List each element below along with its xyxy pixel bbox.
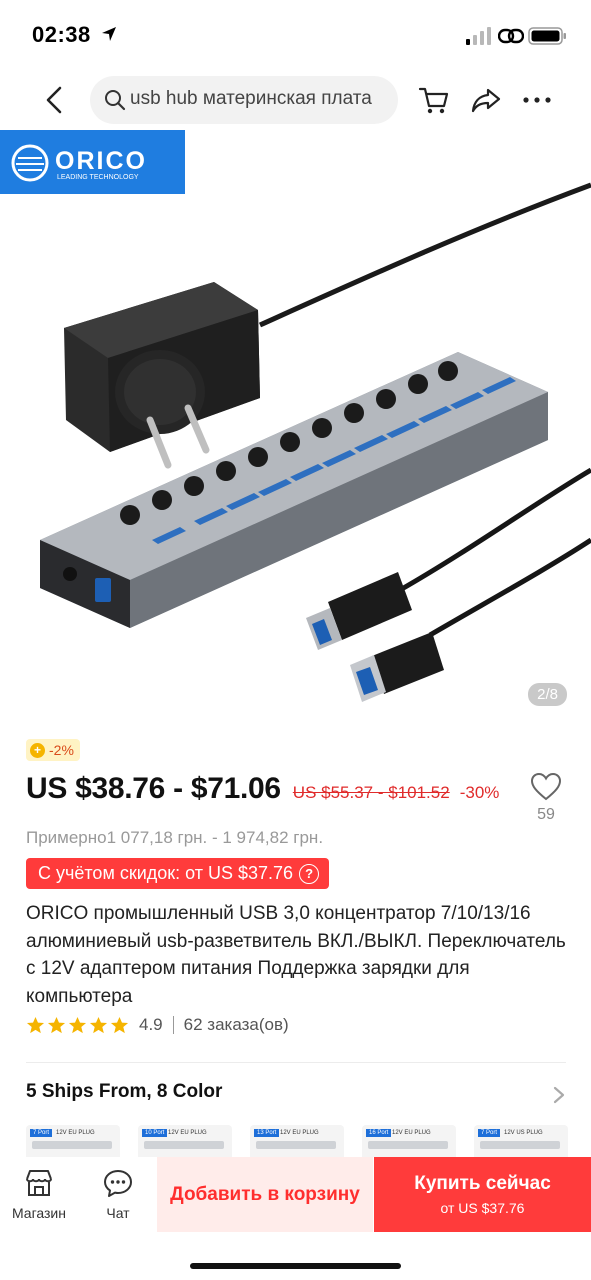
chat-label: Чат xyxy=(106,1205,130,1221)
home-indicator[interactable] xyxy=(190,1263,401,1269)
search-input[interactable]: usb hub материнская плата xyxy=(90,76,398,124)
chevron-right-icon xyxy=(553,1086,565,1104)
bottom-action-bar: Магазин Чат Добавить в корзину Купить се… xyxy=(0,1157,591,1280)
buy-now-price: от US $37.76 xyxy=(440,1200,525,1216)
location-arrow-icon xyxy=(102,27,116,41)
star-icon xyxy=(89,1016,108,1033)
discount-percent: -30% xyxy=(459,783,500,802)
cart-icon[interactable] xyxy=(418,84,450,116)
variant-hub-image xyxy=(256,1141,336,1149)
discount-banner[interactable]: С учётом скидок: от US $37.76 ? xyxy=(26,858,330,889)
ships-from-label: 5 Ships From, 8 Color xyxy=(26,1081,223,1102)
variant-plug: 12V EU PLUG xyxy=(168,1130,207,1136)
buy-now-button[interactable]: Купить сейчас от US $37.76 xyxy=(374,1157,591,1232)
section-divider xyxy=(26,1062,566,1063)
search-query-text: usb hub материнская плата xyxy=(130,88,372,109)
rating-divider xyxy=(172,1016,174,1034)
orders-count: 62 заказа(ов) xyxy=(183,1015,289,1034)
link-icon xyxy=(498,28,524,44)
star-icon xyxy=(68,1016,87,1033)
store-label: Магазин xyxy=(11,1205,66,1221)
wishlist-button[interactable]: 59 xyxy=(526,772,566,824)
original-price: US $55.37 - $101.52 xyxy=(292,783,450,802)
variant-tag: 16 Port xyxy=(366,1129,392,1137)
gallery-page-counter: 2/8 xyxy=(528,683,567,706)
variant-hub-image xyxy=(368,1141,448,1149)
brand-logo-text: ORICO xyxy=(55,147,147,175)
variant-plug: 12V EU PLUG xyxy=(56,1130,95,1136)
product-title: ORICO промышленный USB 3,0 концентратор … xyxy=(26,903,566,1007)
current-price: US $38.76 - $71.06 xyxy=(26,772,281,805)
buy-now-label: Купить сейчас xyxy=(414,1173,551,1194)
chat-button[interactable]: Чат xyxy=(88,1167,148,1221)
rating-value: 4.9 xyxy=(139,1015,163,1034)
add-to-cart-button[interactable]: Добавить в корзину xyxy=(157,1157,373,1232)
help-icon[interactable]: ? xyxy=(299,863,320,884)
variant-hub-image xyxy=(32,1141,112,1149)
coin-icon: + xyxy=(30,742,45,758)
star-rating xyxy=(26,1016,129,1035)
star-icon xyxy=(110,1016,129,1033)
heart-icon xyxy=(530,772,562,801)
variant-selector-row[interactable]: 5 Ships From, 8 Color xyxy=(26,1081,566,1109)
back-arrow-icon[interactable] xyxy=(38,82,70,118)
add-to-cart-label: Добавить в корзину xyxy=(170,1183,360,1205)
chat-icon xyxy=(104,1170,132,1197)
product-image: ORICO LEADING TECHNOLOGY xyxy=(0,130,591,702)
search-header: usb hub материнская плата xyxy=(0,72,591,130)
wishlist-count: 59 xyxy=(537,806,555,823)
brand-logo-tagline: LEADING TECHNOLOGY xyxy=(57,174,139,181)
star-icon xyxy=(47,1016,66,1033)
more-icon[interactable] xyxy=(520,84,554,116)
share-icon[interactable] xyxy=(470,84,502,116)
status-bar: 02:38 xyxy=(0,0,591,66)
variant-tag: 7 Port xyxy=(30,1129,53,1137)
variant-tag: 10 Port xyxy=(142,1129,168,1137)
price-row: US $38.76 - $71.06 US $55.37 - $101.52 -… xyxy=(26,772,499,806)
variant-tag: 7 Port xyxy=(478,1129,501,1137)
variant-hub-image xyxy=(480,1141,560,1149)
usb-b-connector xyxy=(328,572,412,640)
status-time: 02:38 xyxy=(32,22,91,47)
variant-plug: 12V EU PLUG xyxy=(392,1130,431,1136)
variant-tag: 13 Port xyxy=(254,1129,280,1137)
coin-discount-badge: + -2% xyxy=(26,739,80,761)
product-gallery[interactable]: ORICO LEADING TECHNOLOGY 2/8 xyxy=(0,130,591,722)
discount-banner-text: С учётом скидок: от US $37.76 xyxy=(38,863,294,883)
approx-local-price: Примерно1 077,18 грн. - 1 974,82 грн. xyxy=(26,828,324,847)
rating-row[interactable]: 4.9 62 заказа(ов) xyxy=(26,1015,289,1035)
battery-icon xyxy=(528,27,566,45)
star-icon xyxy=(26,1016,45,1033)
variant-hub-image xyxy=(144,1141,224,1149)
store-icon xyxy=(26,1170,52,1196)
signal-icon xyxy=(466,27,491,45)
search-icon xyxy=(105,90,126,111)
variant-plug: 12V US PLUG xyxy=(504,1130,543,1136)
store-button[interactable]: Магазин xyxy=(8,1167,70,1221)
coin-discount-text: -2% xyxy=(49,742,74,758)
variant-plug: 12V EU PLUG xyxy=(280,1130,319,1136)
